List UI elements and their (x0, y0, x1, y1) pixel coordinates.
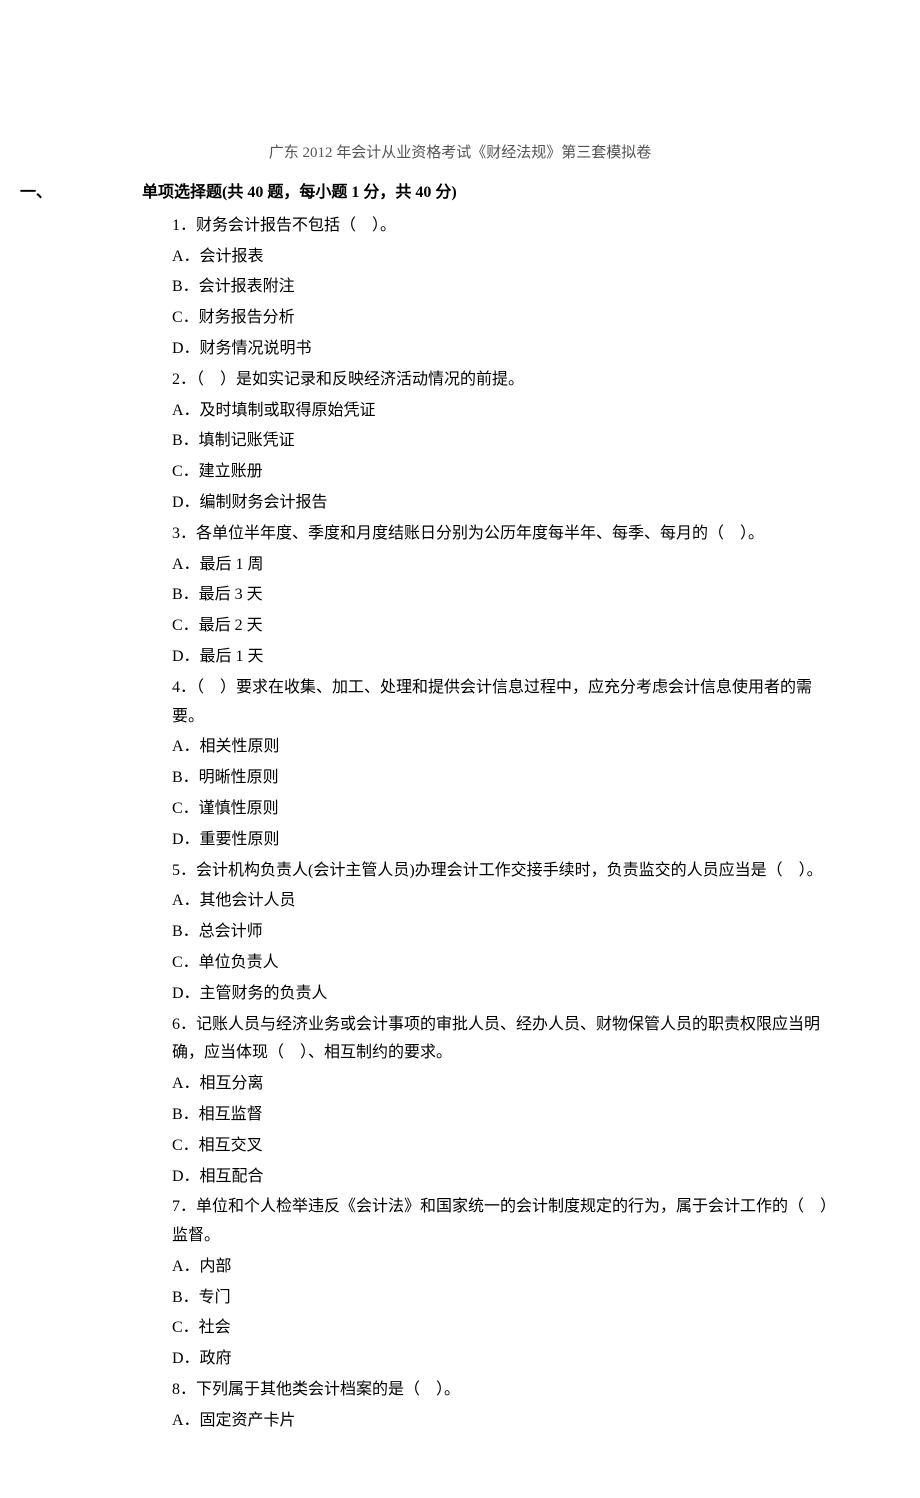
question-option: B．相互监督 (172, 1101, 830, 1130)
question-option: D．政府 (172, 1345, 830, 1374)
question-stem: 4．（ ）要求在收集、加工、处理和提供会计信息过程中，应充分考虑会计信息使用者的… (172, 674, 830, 732)
question-option: A．固定资产卡片 (172, 1407, 830, 1436)
question-option: A．会计报表 (172, 243, 830, 272)
question-option: B．专门 (172, 1284, 830, 1313)
question-option: C．谨慎性原则 (172, 795, 830, 824)
question-option: C．最后 2 天 (172, 612, 830, 641)
question-option: C．财务报告分析 (172, 304, 830, 333)
section-heading: 单项选择题(共 40 题，每小题 1 分，共 40 分) (142, 184, 457, 201)
question-option: C．建立账册 (172, 458, 830, 487)
question-option: B．会计报表附注 (172, 273, 830, 302)
question-option: B．总会计师 (172, 918, 830, 947)
question-stem: 7．单位和个人检举违反《会计法》和国家统一的会计制度规定的行为，属于会计工作的（… (172, 1193, 830, 1251)
question-option: B．最后 3 天 (172, 581, 830, 610)
questions-content: 1．财务会计报告不包括（ ）。 A．会计报表 B．会计报表附注 C．财务报告分析… (90, 212, 830, 1436)
section-number: 一、 (90, 179, 142, 208)
question-option: D．最后 1 天 (172, 643, 830, 672)
question-stem: 8．下列属于其他类会计档案的是（ ）。 (172, 1376, 830, 1405)
question-option: A．内部 (172, 1253, 830, 1282)
question-stem: 3．各单位半年度、季度和月度结账日分别为公历年度每半年、每季、每月的（ ）。 (172, 520, 830, 549)
question-option: D．主管财务的负责人 (172, 980, 830, 1009)
question-option: C．社会 (172, 1314, 830, 1343)
question-option: D．编制财务会计报告 (172, 489, 830, 518)
question-option: A．其他会计人员 (172, 887, 830, 916)
question-option: B．填制记账凭证 (172, 427, 830, 456)
question-option: A．最后 1 周 (172, 551, 830, 580)
question-option: A．相互分离 (172, 1070, 830, 1099)
section-header: 一、单项选择题(共 40 题，每小题 1 分，共 40 分) (90, 179, 830, 208)
question-option: A．及时填制或取得原始凭证 (172, 397, 830, 426)
question-stem: 5．会计机构负责人(会计主管人员)办理会计工作交接手续时，负责监交的人员应当是（… (172, 857, 830, 886)
question-stem: 2．（ ）是如实记录和反映经济活动情况的前提。 (172, 366, 830, 395)
question-stem: 1．财务会计报告不包括（ ）。 (172, 212, 830, 241)
question-stem: 6．记账人员与经济业务或会计事项的审批人员、经办人员、财物保管人员的职责权限应当… (172, 1011, 830, 1069)
question-option: A．相关性原则 (172, 733, 830, 762)
question-option: B．明晰性原则 (172, 764, 830, 793)
question-option: D．财务情况说明书 (172, 335, 830, 364)
question-option: C．相互交叉 (172, 1132, 830, 1161)
doc-title: 广东 2012 年会计从业资格考试《财经法规》第三套模拟卷 (90, 140, 830, 167)
question-option: D．重要性原则 (172, 826, 830, 855)
question-option: C．单位负责人 (172, 949, 830, 978)
question-option: D．相互配合 (172, 1163, 830, 1192)
